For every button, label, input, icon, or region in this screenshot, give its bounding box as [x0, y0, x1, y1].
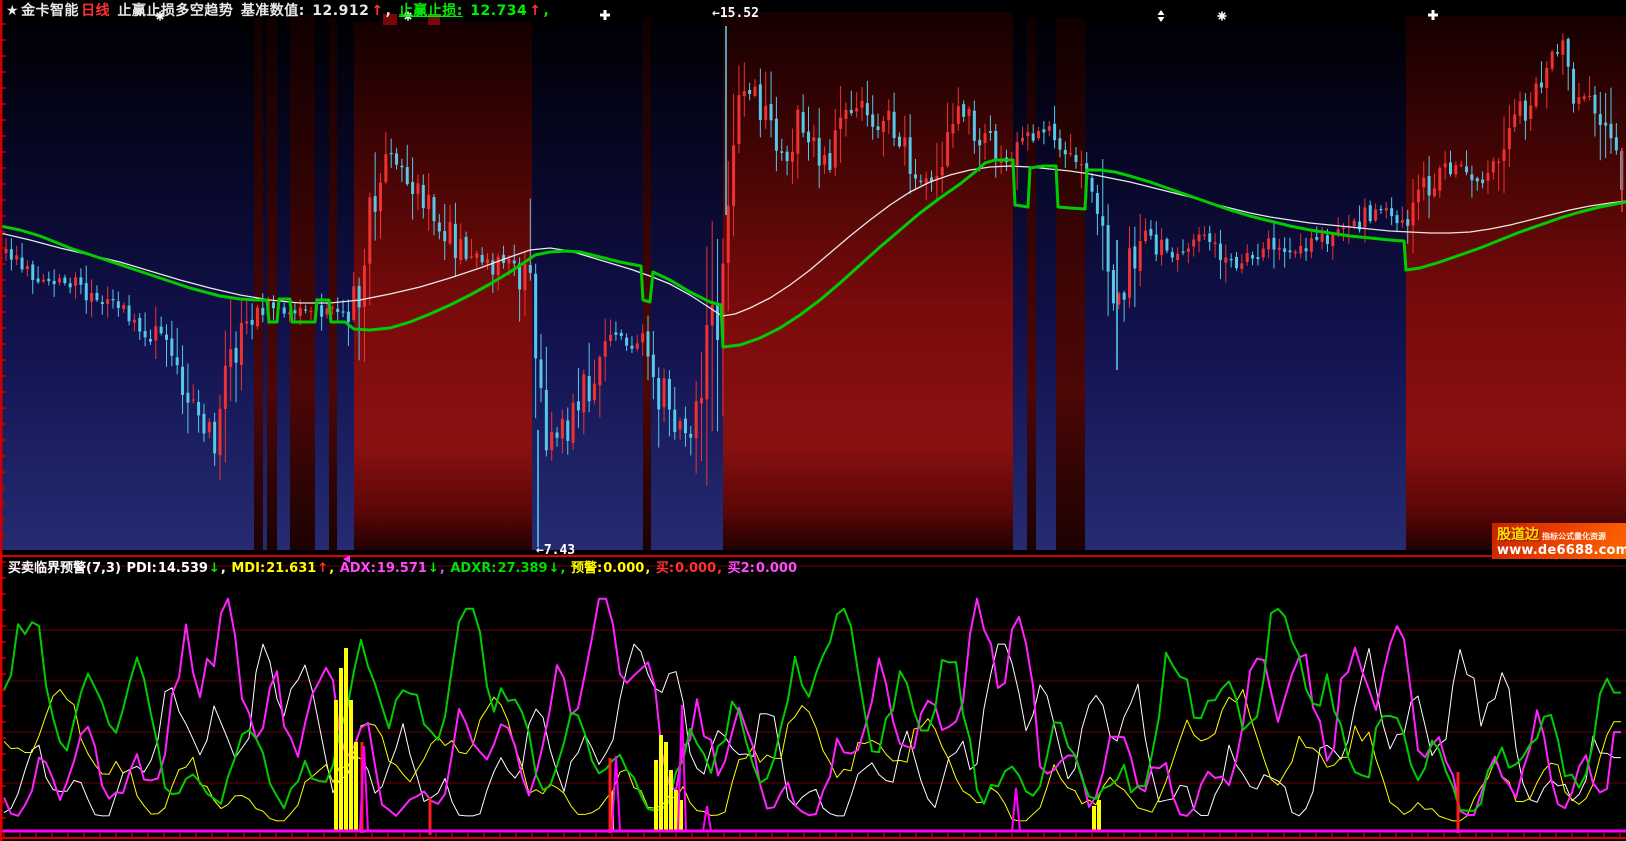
warn-value: 0.000: [603, 561, 644, 576]
app-star-icon: ★: [6, 3, 19, 19]
separator: ,: [386, 3, 392, 19]
up-arrow-icon: ↑: [317, 561, 328, 576]
pdi-value: 14.539: [158, 561, 208, 576]
main-price-chart[interactable]: [0, 0, 1626, 556]
mdi-value: 21.631: [266, 561, 316, 576]
buy-value: 0.000: [675, 561, 716, 576]
stop-up-arrow-icon: ↑: [529, 3, 541, 19]
watermark-tagline: 指标公式量化资源: [1542, 531, 1606, 542]
mdi-label: MDI:: [231, 561, 265, 576]
buy-label: 买:: [656, 561, 674, 576]
trading-app-window: ★金卡智能日线 止赢止损多空趋势 基准数值: 12.912↑, 止赢止损: 12…: [0, 0, 1626, 841]
adxr-value: 27.389: [497, 561, 547, 576]
watermark-brand: 股道边: [1497, 524, 1539, 544]
high-price-annotation: ←15.52: [712, 6, 759, 21]
base-value: 12.912: [312, 3, 369, 19]
separator: ,: [717, 561, 722, 576]
adxr-label: ADXR:: [450, 561, 496, 576]
stop-value-label: 止赢止损:: [399, 3, 463, 19]
stop-value: 12.734: [470, 3, 527, 19]
warn-label: 预警:: [571, 561, 602, 576]
separator: ,: [221, 561, 226, 576]
down-arrow-icon: ↓: [549, 561, 560, 576]
down-arrow-icon: ↓: [209, 561, 220, 576]
separator: ,: [329, 561, 334, 576]
separator: ,: [645, 561, 650, 576]
main-indicator-titlebar: ★金卡智能日线 止赢止损多空趋势 基准数值: 12.912↑, 止赢止损: 12…: [6, 1, 551, 21]
adx-label: ADX:: [340, 561, 376, 576]
low-price-annotation: ←7.43: [536, 543, 575, 558]
separator: ,: [561, 561, 566, 576]
indicator-name: 金卡智能: [21, 3, 79, 19]
base-up-arrow-icon: ↑: [371, 3, 383, 19]
adx-value: 19.571: [377, 561, 427, 576]
period-label[interactable]: 日线: [81, 3, 110, 19]
down-arrow-icon: ↓: [428, 561, 439, 576]
buy2-value: 0.000: [756, 561, 797, 576]
separator: ,: [544, 3, 550, 19]
watermark-url[interactable]: www.de6688.com: [1497, 544, 1623, 558]
indicator-subtitle: 止赢止损多空趋势: [117, 3, 233, 19]
buy2-label: 买2:: [728, 561, 755, 576]
watermark-ad[interactable]: 股道边 指标公式量化资源 www.de6688.com: [1492, 523, 1626, 559]
sub-indicator-header: 买卖临界预警(7,3) PDI:14.539↓, MDI:21.631↑, AD…: [8, 561, 798, 577]
separator: ,: [440, 561, 445, 576]
sub-indicator-title[interactable]: 买卖临界预警(7,3): [8, 561, 121, 576]
pdi-label: PDI:: [126, 561, 156, 576]
base-value-label: 基准数值:: [241, 3, 305, 19]
